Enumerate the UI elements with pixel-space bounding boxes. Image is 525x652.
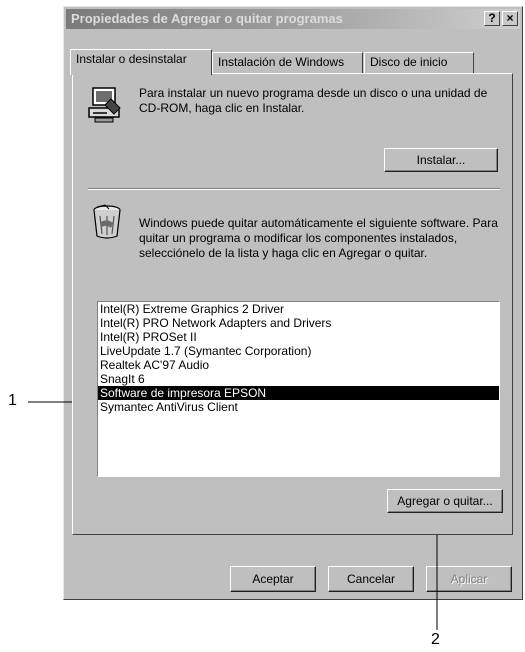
list-item[interactable]: Realtek AC'97 Audio bbox=[98, 358, 499, 372]
add-remove-programs-dialog: Propiedades de Agregar o quitar programa… bbox=[63, 6, 523, 600]
computer-install-icon bbox=[88, 87, 121, 123]
callout-number-2: 2 bbox=[431, 631, 440, 648]
tab-install-uninstall[interactable]: Instalar o desinstalar bbox=[70, 49, 212, 75]
install-description: Para instalar un nuevo programa desde un… bbox=[139, 86, 488, 115]
list-item[interactable]: Intel(R) PRO Network Adapters and Driver… bbox=[98, 316, 499, 330]
section-divider bbox=[88, 188, 500, 190]
recycle-bin-icon bbox=[93, 204, 121, 239]
add-remove-button[interactable]: Agregar o quitar... bbox=[387, 489, 503, 513]
callout-number-1: 1 bbox=[8, 392, 17, 409]
install-button[interactable]: Instalar... bbox=[384, 148, 498, 172]
list-item-selected[interactable]: Software de impresora EPSON bbox=[98, 386, 499, 400]
uninstall-description: Windows puede quitar automáticamente el … bbox=[139, 216, 498, 260]
list-item[interactable]: Intel(R) Extreme Graphics 2 Driver bbox=[98, 302, 499, 316]
installed-programs-list[interactable]: Intel(R) Extreme Graphics 2 Driver Intel… bbox=[97, 301, 500, 477]
list-item[interactable]: Symantec AntiVirus Client bbox=[98, 400, 499, 414]
list-item[interactable]: Intel(R) PROSet II bbox=[98, 330, 499, 344]
list-item[interactable]: LiveUpdate 1.7 (Symantec Corporation) bbox=[98, 344, 499, 358]
list-item[interactable]: SnagIt 6 bbox=[98, 372, 499, 386]
tab-panel: Para instalar un nuevo programa desde un… bbox=[72, 73, 513, 535]
tab-install-uninstall-label: Instalar o desinstalar bbox=[76, 52, 187, 66]
